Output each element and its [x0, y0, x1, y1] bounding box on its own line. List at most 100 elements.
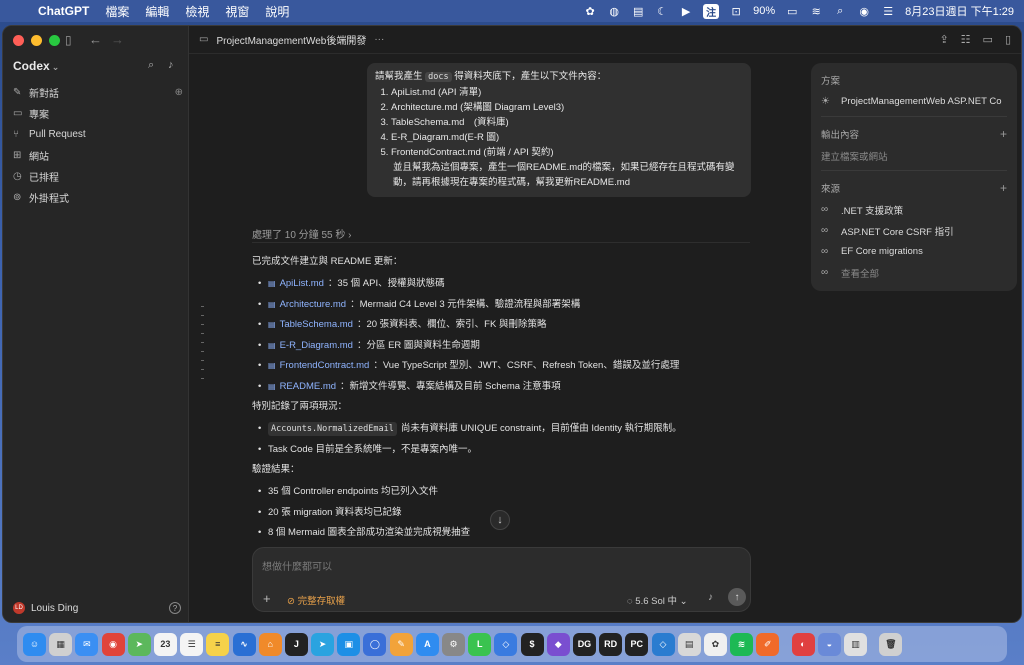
file-link[interactable]: README.md [280, 380, 336, 394]
dock-vscode-insiders-icon[interactable]: ◇ [494, 632, 518, 656]
add-source-icon[interactable]: + [1000, 181, 1007, 195]
menu-edit[interactable]: 編輯 [145, 3, 169, 20]
dock-telegram-icon[interactable]: ➤ [311, 632, 335, 656]
dock-outline-icon[interactable]: ◯ [363, 632, 387, 656]
battery-icon[interactable]: ▭ [785, 4, 799, 18]
dock-notes-icon[interactable]: ≡ [206, 632, 230, 656]
sidebar-item-sites[interactable]: ⊞ 網站 [11, 145, 183, 166]
moon-icon[interactable]: ☾ [655, 4, 669, 18]
dock-vscode-icon[interactable]: ◇ [651, 632, 675, 656]
dock-terminal-icon[interactable]: $ [520, 632, 544, 656]
forward-arrow-icon[interactable]: → [111, 32, 124, 47]
dock-photo-booth-icon[interactable]: ◐ [791, 632, 815, 656]
play-icon[interactable]: ▶ [679, 4, 693, 18]
sidebar-toggle-icon[interactable]: ▯ [65, 33, 72, 47]
file-link[interactable]: ApiList.md [280, 277, 324, 291]
view-all-link[interactable]: ∞ 查看全部 [821, 262, 1007, 283]
menu-help[interactable]: 說明 [265, 3, 289, 20]
dock-datagrip-icon[interactable]: DG [572, 632, 596, 656]
add-icon[interactable]: ⊕ [175, 87, 183, 98]
dock-mail-icon[interactable]: ✉ [75, 632, 99, 656]
dock-reminders-icon[interactable]: ☰ [180, 632, 204, 656]
sidebar-item-new-chat[interactable]: ✎ 新對話 ⊕ [11, 82, 183, 103]
dock-pycharm-icon[interactable]: PC [625, 632, 649, 656]
thread-title[interactable]: ProjectManagementWeb後端開發 [216, 32, 366, 47]
dock-home-icon[interactable]: ⌂ [258, 632, 282, 656]
send-button[interactable]: ↑ [728, 588, 746, 606]
dock-rider-icon[interactable]: RD [599, 632, 623, 656]
back-arrow-icon[interactable]: ← [89, 32, 102, 47]
menu-view[interactable]: 檢視 [185, 3, 209, 20]
add-output-icon[interactable]: + [1000, 127, 1007, 141]
input-method-badge[interactable]: 注 [703, 3, 720, 19]
bell-icon[interactable]: ♪ [168, 59, 174, 71]
user-profile[interactable]: LD Louis Ding ? [13, 602, 181, 614]
wifi-icon[interactable]: ≋ [809, 4, 823, 18]
source-item[interactable]: ∞ .NET 支援政策 [821, 199, 1007, 220]
sidebar-item-scheduled[interactable]: ◷ 已排程 [11, 166, 183, 187]
keyboard-status-icon[interactable]: ▤ [631, 4, 645, 18]
dock-maps-icon[interactable]: ➤ [127, 632, 151, 656]
menu-window[interactable]: 視窗 [225, 3, 249, 20]
dock-line-icon[interactable]: L [468, 632, 492, 656]
scroll-timeline[interactable] [201, 306, 205, 387]
panel-icon[interactable]: ▯ [1005, 33, 1011, 46]
control-center-icon[interactable]: ☰ [881, 4, 895, 18]
minimize-button[interactable] [31, 35, 42, 46]
search-icon[interactable]: ⌕ [148, 59, 154, 72]
share-icon[interactable]: ⇪ [939, 33, 948, 46]
file-link[interactable]: E-R_Diagram.md [280, 339, 353, 353]
sidebar-item-plugins[interactable]: ⊚ 外掛程式 [11, 187, 183, 208]
user-icon[interactable]: ◉ [857, 4, 871, 18]
dock-pencil-icon[interactable]: ✎ [389, 632, 413, 656]
source-item[interactable]: ∞ ASP.NET Core CSRF 指引 [821, 220, 1007, 241]
dock-preview-icon[interactable]: ▤ [677, 632, 701, 656]
dock-finder-icon[interactable]: ☺ [23, 632, 46, 656]
dock-trash-icon[interactable]: 🗑 [879, 632, 903, 656]
dock-system-settings-icon[interactable]: ⚙ [442, 632, 465, 656]
dock-freeform-icon[interactable]: ∿ [232, 632, 256, 656]
terminal-icon[interactable]: ▭ [983, 33, 993, 46]
dock-craft-icon[interactable]: ✐ [756, 632, 780, 656]
clock[interactable]: 8月23日週日 下午1:29 [905, 3, 1014, 19]
processing-time[interactable]: 處理了 10 分鐘 55 秒 › [252, 226, 351, 241]
menu-file[interactable]: 檔案 [105, 3, 129, 20]
dock-disk-utility-icon[interactable]: ◒ [817, 632, 841, 656]
dock-launchpad-icon[interactable]: ▦ [49, 632, 73, 656]
add-attachment-icon[interactable]: + [263, 591, 271, 606]
file-link[interactable]: FrontendContract.md [280, 359, 370, 373]
microphone-icon[interactable]: ♪ [708, 592, 713, 603]
line-status-icon[interactable]: ◍ [607, 4, 621, 18]
prompt-input[interactable]: 想做什麼都可以 [262, 558, 332, 573]
model-selector[interactable]: ◌ 5.6 Sol 中 ⌄ [627, 593, 688, 607]
zoom-button[interactable] [49, 35, 60, 46]
divider [252, 242, 750, 243]
source-item[interactable]: ∞ EF Core migrations [821, 241, 1007, 262]
dock-obsidian-icon[interactable]: ◆ [546, 632, 570, 656]
sidebar-item-pull-request[interactable]: ⑂ Pull Request [11, 124, 183, 145]
dock-spotify-icon[interactable]: ≋ [730, 632, 754, 656]
dock-calendar-icon[interactable]: 23 [153, 632, 177, 656]
dock-docker-icon[interactable]: ▣ [337, 632, 361, 656]
file-link[interactable]: Architecture.md [280, 298, 347, 312]
workspace-switcher[interactable]: Codex ⌄ [13, 59, 59, 73]
more-button[interactable]: ··· [374, 34, 384, 45]
dock-finder-2-icon[interactable]: ▥ [844, 632, 867, 656]
chatgpt-status-icon[interactable]: ✿ [583, 4, 597, 18]
lock-icon[interactable]: ⊡ [729, 4, 743, 18]
file-link[interactable]: TableSchema.md [280, 318, 353, 332]
file-icon: ▤ [268, 340, 276, 350]
list-icon[interactable]: ☷ [961, 33, 971, 46]
dock-app-store-icon[interactable]: A [415, 632, 439, 656]
scroll-down-button[interactable]: ↓ [490, 510, 510, 530]
menu-app[interactable]: ChatGPT [38, 4, 89, 18]
sidebar-item-projects[interactable]: ▭ 專案 [11, 103, 183, 124]
close-button[interactable] [13, 35, 24, 46]
dock-jetbrains-j-icon[interactable]: J [284, 632, 308, 656]
dock-chatgpt-icon[interactable]: ✿ [703, 632, 727, 656]
dock-chrome-icon[interactable]: ◉ [101, 632, 125, 656]
search-icon[interactable]: ⌕ [833, 4, 847, 18]
access-mode-button[interactable]: ⊘ 完整存取權 [287, 593, 345, 607]
help-icon[interactable]: ? [169, 602, 181, 614]
plan-item[interactable]: ☀ ProjectManagementWeb ASP.NET Co [821, 91, 1007, 112]
